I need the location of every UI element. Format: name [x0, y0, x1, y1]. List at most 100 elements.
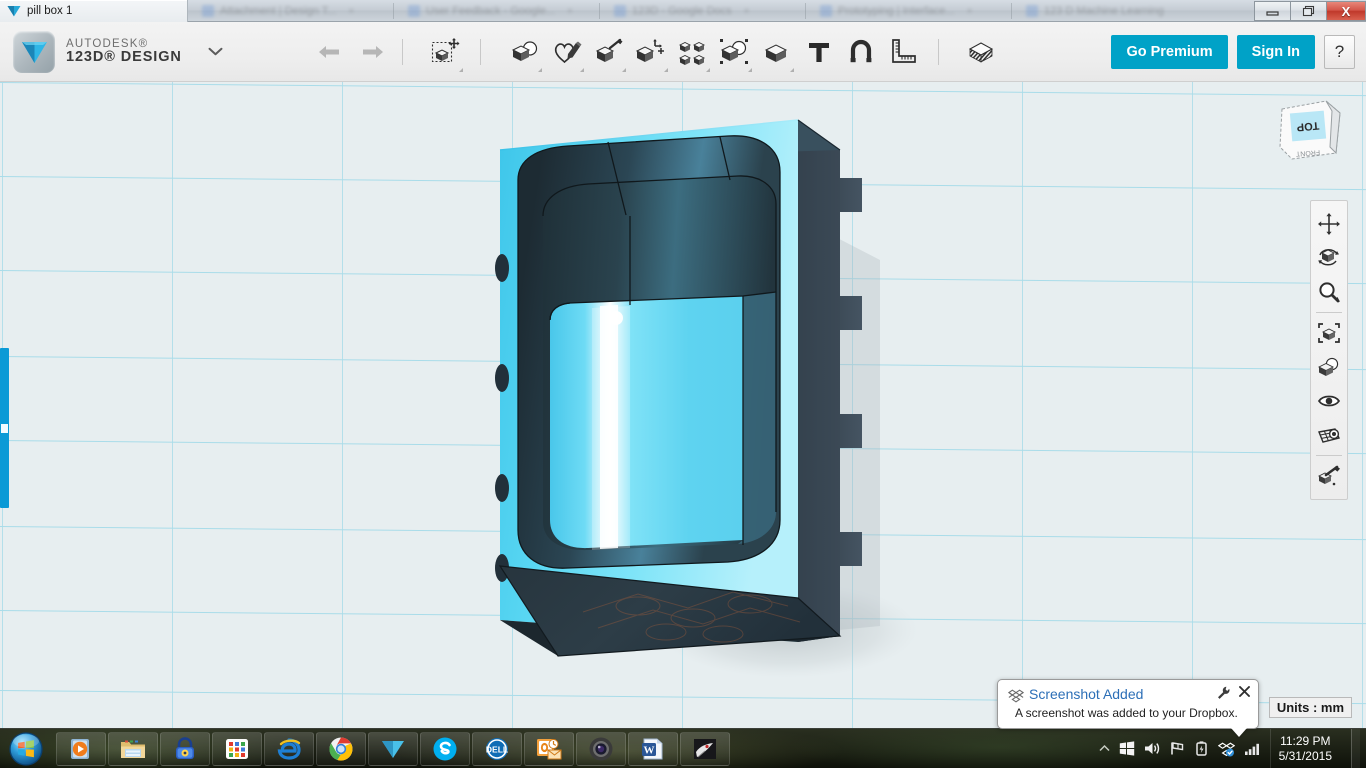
- tool-caret-icon[interactable]: [706, 68, 710, 72]
- taskbar-security-app[interactable]: [160, 732, 210, 766]
- grid-settings-tool[interactable]: [1311, 418, 1347, 452]
- orbit-tool[interactable]: [1311, 241, 1347, 275]
- background-tab[interactable]: Attachment | Design T... ×: [194, 0, 386, 22]
- tab-favicon: [1026, 5, 1038, 17]
- notification-tail: [1231, 728, 1247, 737]
- active-tab-label: pill box 1: [27, 5, 72, 17]
- visibility-tool[interactable]: [1311, 384, 1347, 418]
- background-tab[interactable]: Prototyping | Interface... ×: [812, 0, 1004, 22]
- view-cube-face-label: TOP: [1296, 119, 1319, 133]
- pattern-tool[interactable]: [672, 29, 714, 75]
- modeling-group: [504, 29, 924, 75]
- tab-close-icon[interactable]: ×: [744, 6, 750, 17]
- taskbar-skype[interactable]: [420, 732, 470, 766]
- toolbar-divider: [402, 39, 403, 65]
- taskbar-app-grid[interactable]: [212, 732, 262, 766]
- clock-time: 11:29 PM: [1279, 734, 1332, 749]
- navigation-toolbar: [1310, 200, 1348, 500]
- brand-area[interactable]: AUTODESK® 123D® DESIGN: [0, 31, 223, 73]
- taskbar-outlook[interactable]: [524, 732, 574, 766]
- viewport-left-indicator[interactable]: [0, 348, 9, 508]
- pill-box-model[interactable]: [488, 120, 908, 720]
- combine-tool[interactable]: [756, 29, 798, 75]
- taskbar-clock[interactable]: 11:29 PM 5/31/2015: [1270, 729, 1342, 768]
- help-button[interactable]: ?: [1324, 35, 1355, 69]
- start-button[interactable]: [4, 730, 48, 768]
- zoom-tool[interactable]: [1311, 275, 1347, 309]
- close-button[interactable]: X: [1326, 1, 1366, 21]
- autodesk-logo-icon: [13, 31, 55, 73]
- tray-get-windows-10[interactable]: [1119, 741, 1135, 756]
- tool-caret-icon[interactable]: [580, 68, 584, 72]
- tool-caret-icon[interactable]: [622, 68, 626, 72]
- restore-button[interactable]: [1290, 1, 1326, 21]
- toolbar-divider: [480, 39, 481, 65]
- tray-dropbox[interactable]: [1218, 741, 1235, 757]
- background-tab[interactable]: User Feedback - Google... ×: [400, 0, 592, 22]
- material-tool[interactable]: [962, 29, 1004, 75]
- taskbar-media-player[interactable]: [56, 732, 106, 766]
- background-tab-label: Prototyping | Interface...: [838, 5, 955, 17]
- tool-caret-icon[interactable]: [459, 68, 463, 72]
- dropbox-notification[interactable]: Screenshot Added A screenshot was added …: [997, 679, 1259, 729]
- taskbar-webcam[interactable]: [576, 732, 626, 766]
- tab-close-icon[interactable]: ×: [348, 6, 354, 17]
- svg-text:W: W: [644, 744, 655, 756]
- notification-body: A screenshot was added to your Dropbox.: [1015, 706, 1238, 720]
- close-icon[interactable]: [1239, 686, 1250, 699]
- 123d-design-icon: [7, 5, 21, 17]
- brand-line-product: 123D® DESIGN: [66, 50, 182, 65]
- taskbar-word[interactable]: W: [628, 732, 678, 766]
- tool-caret-icon[interactable]: [538, 68, 542, 72]
- history-group: [309, 29, 393, 75]
- redo-button[interactable]: [351, 29, 393, 75]
- taskbar-dark-app[interactable]: [680, 732, 730, 766]
- taskbar-chrome[interactable]: [316, 732, 366, 766]
- show-desktop-button[interactable]: [1351, 729, 1360, 768]
- measure-tool[interactable]: [882, 29, 924, 75]
- transform-tool[interactable]: [425, 29, 467, 75]
- browser-title-bar: pill box 1 Attachment | Design T... × Us…: [0, 0, 1366, 22]
- taskbar-internet-explorer[interactable]: [264, 732, 314, 766]
- windows-taskbar: DELL: [0, 728, 1366, 768]
- tray-action-center[interactable]: [1170, 741, 1185, 756]
- sign-in-button[interactable]: Sign In: [1237, 35, 1315, 69]
- navbar-divider: [1316, 312, 1342, 313]
- primitives-tool[interactable]: [504, 29, 546, 75]
- tool-caret-icon[interactable]: [748, 68, 752, 72]
- background-tab[interactable]: 123 D Machine Learning: [1018, 0, 1210, 22]
- tray-show-hidden[interactable]: [1099, 744, 1110, 753]
- grouping-tool[interactable]: [714, 29, 756, 75]
- pan-tool[interactable]: [1311, 207, 1347, 241]
- sketch-tool[interactable]: [546, 29, 588, 75]
- tray-power[interactable]: [1194, 741, 1209, 757]
- active-tab[interactable]: pill box 1: [0, 0, 188, 22]
- material-paint-tool[interactable]: [1311, 459, 1347, 493]
- chevron-down-icon[interactable]: [208, 44, 223, 59]
- taskbar-dell[interactable]: DELL: [472, 732, 522, 766]
- fit-tool[interactable]: [1311, 316, 1347, 350]
- construct-tool[interactable]: [588, 29, 630, 75]
- tab-close-icon[interactable]: ×: [567, 6, 573, 17]
- go-premium-button[interactable]: Go Premium: [1111, 35, 1227, 69]
- 3d-viewport[interactable]: TOP FRONT: [0, 82, 1366, 728]
- minimize-button[interactable]: [1254, 1, 1290, 21]
- tool-caret-icon[interactable]: [664, 68, 668, 72]
- tab-close-icon[interactable]: ×: [967, 6, 973, 17]
- view-cube[interactable]: TOP FRONT: [1274, 95, 1346, 165]
- undo-button[interactable]: [309, 29, 351, 75]
- taskbar-file-explorer[interactable]: [108, 732, 158, 766]
- background-tab[interactable]: 123D - Google Docs ×: [606, 0, 798, 22]
- text-tool[interactable]: [798, 29, 840, 75]
- wrench-icon[interactable]: [1217, 686, 1230, 704]
- modify-tool[interactable]: [630, 29, 672, 75]
- tab-favicon: [408, 5, 420, 17]
- tray-network[interactable]: [1244, 742, 1261, 756]
- background-tab-label: 123 D Machine Learning: [1044, 5, 1164, 17]
- taskbar-123d-design[interactable]: [368, 732, 418, 766]
- snap-tool[interactable]: [840, 29, 882, 75]
- view-style-tool[interactable]: [1311, 350, 1347, 384]
- tray-volume[interactable]: [1144, 741, 1161, 756]
- desktop-screen: pill box 1 Attachment | Design T... × Us…: [0, 0, 1366, 768]
- tool-caret-icon[interactable]: [790, 68, 794, 72]
